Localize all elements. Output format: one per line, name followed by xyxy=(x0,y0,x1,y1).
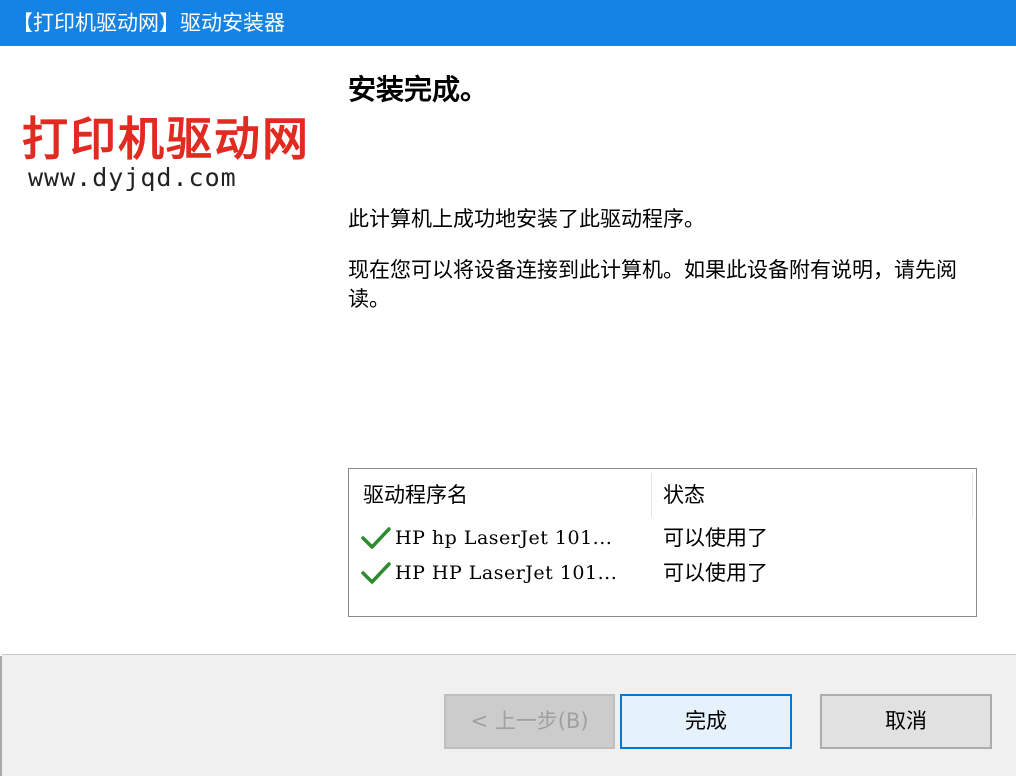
driver-list[interactable]: 驱动程序名 状态 HP hp LaserJet 101... 可以使用了 HP … xyxy=(348,468,977,617)
page-title: 安装完成。 xyxy=(348,73,489,106)
column-header-driver-name[interactable]: 驱动程序名 xyxy=(363,481,468,509)
window-titlebar: 【打印机驱动网】驱动安装器 xyxy=(0,0,1016,46)
finish-button[interactable]: 完成 xyxy=(620,694,792,749)
list-item[interactable]: HP HP LaserJet 101... 可以使用了 xyxy=(349,556,976,590)
driver-status: 可以使用了 xyxy=(663,526,768,550)
logo-title: 打印机驱动网 xyxy=(22,112,310,166)
logo-url: www.dyjqd.com xyxy=(28,163,237,192)
check-icon xyxy=(361,527,391,549)
cancel-button[interactable]: 取消 xyxy=(820,694,992,749)
brand-logo: 打印机驱动网 www.dyjqd.com xyxy=(22,110,322,200)
list-header: 驱动程序名 状态 xyxy=(349,469,976,519)
check-icon xyxy=(361,562,391,584)
column-divider xyxy=(651,473,652,517)
list-item[interactable]: HP hp LaserJet 101... 可以使用了 xyxy=(349,521,976,555)
back-button[interactable]: < 上一步(B) xyxy=(444,694,615,749)
driver-status: 可以使用了 xyxy=(663,561,768,585)
connect-instruction: 现在您可以将设备连接到此计算机。如果此设备附有说明，请先阅读。 xyxy=(348,258,957,311)
window-title: 【打印机驱动网】驱动安装器 xyxy=(12,11,285,35)
column-divider xyxy=(972,473,973,517)
column-header-status[interactable]: 状态 xyxy=(663,481,705,509)
success-message: 此计算机上成功地安装了此驱动程序。 xyxy=(348,207,705,231)
driver-name: HP hp LaserJet 101... xyxy=(395,527,613,549)
driver-name: HP HP LaserJet 101... xyxy=(395,562,618,584)
